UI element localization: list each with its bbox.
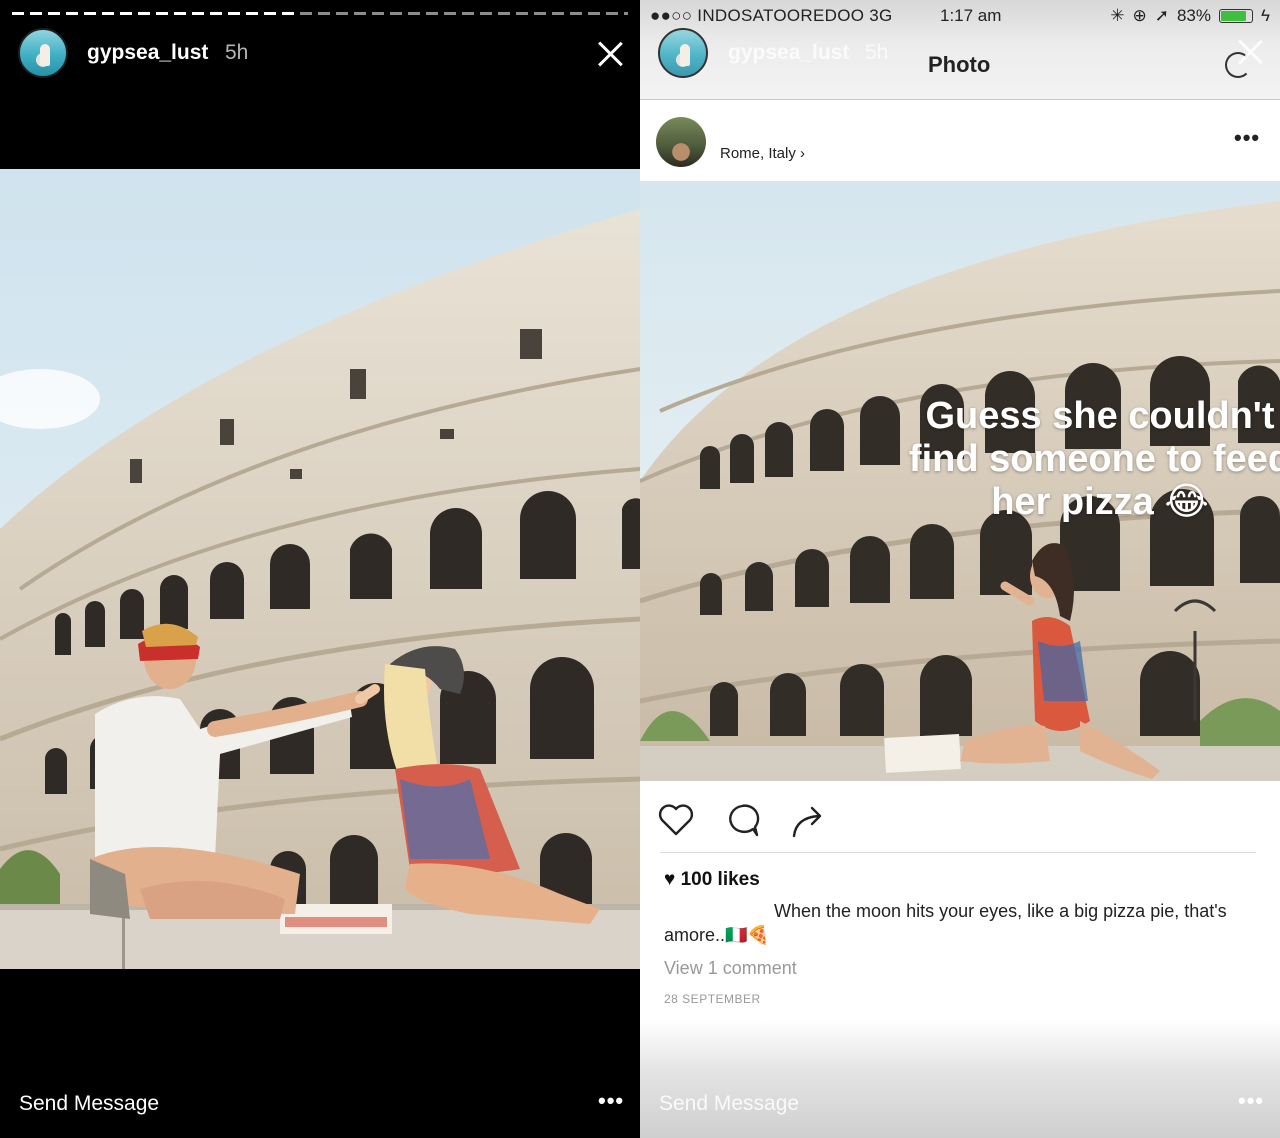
brightness-icon: ✳ [1110,6,1125,25]
post-author-row: Rome, Italy › ••• [640,101,1280,181]
story-overlay-text: Guess she couldn't find someone to feed … [780,395,1280,524]
nav-title: Photo [928,52,991,77]
send-message-button[interactable]: Send Message [659,1092,799,1116]
right-story-panel: ●●○○ INDOSATOOREDOO 3G 1:17 am ✳ ⊕ ➚ 83%… [640,0,1280,1138]
post-more-icon[interactable]: ••• [1234,125,1260,151]
story-footer [640,1020,1280,1138]
status-time: 1:17 am [940,6,1002,25]
close-icon[interactable] [1236,38,1264,66]
post-header-bar: ●●○○ INDOSATOOREDOO 3G 1:17 am ✳ ⊕ ➚ 83%… [640,0,1280,100]
avatar[interactable] [656,117,706,167]
charging-icon: ϟ [1261,6,1270,25]
post-actions [640,790,1280,850]
battery-percent: 83% [1176,6,1211,25]
rotation-lock-icon: ⊕ [1132,6,1147,25]
story-progress-bar [12,12,628,15]
left-story-panel: gypsea_lust 5h Send Message ••• [0,0,640,1138]
likes-count[interactable]: ♥ 100 likes [664,869,760,891]
post-caption: When the moon hits your eyes, like a big… [664,901,1227,945]
share-icon[interactable] [788,800,828,840]
more-options-icon[interactable]: ••• [1238,1088,1264,1114]
colosseum-couple-photo [0,169,640,969]
carrier-name: ●●○○ INDOSATOOREDOO 3G [650,6,893,25]
story-username[interactable]: gypsea_lust [728,41,849,65]
location-arrow-icon: ➚ [1154,6,1169,25]
close-icon[interactable] [596,40,624,68]
overlay-line: Guess she couldn't [925,395,1275,437]
view-comments-link[interactable]: View 1 comment [664,958,797,979]
heart-icon[interactable] [656,800,696,840]
post-photo: Guess she couldn't find someone to feed … [640,181,1280,781]
screenshot-root: gypsea_lust 5h Send Message ••• ●●○○ IND… [0,0,1280,1138]
post-date: 28 SEPTEMBER [664,992,761,1006]
more-options-icon[interactable]: ••• [598,1088,624,1114]
story-time: 5h [225,41,249,64]
battery-icon [1219,9,1253,23]
status-bar: ●●○○ INDOSATOOREDOO 3G 1:17 am ✳ ⊕ ➚ 83%… [650,6,1270,28]
story-time: 5h [865,41,889,64]
overlay-line: find someone to feed [908,438,1280,480]
overlay-line: her pizza 😂 [991,481,1209,523]
send-message-button[interactable]: Send Message [19,1092,159,1116]
comment-icon[interactable] [722,800,762,840]
divider [660,852,1256,853]
story-avatar[interactable] [658,28,708,78]
story-photo [0,169,640,969]
story-username[interactable]: gypsea_lust [87,41,208,65]
story-avatar[interactable] [18,28,68,78]
location-link[interactable]: Rome, Italy › [720,145,805,162]
